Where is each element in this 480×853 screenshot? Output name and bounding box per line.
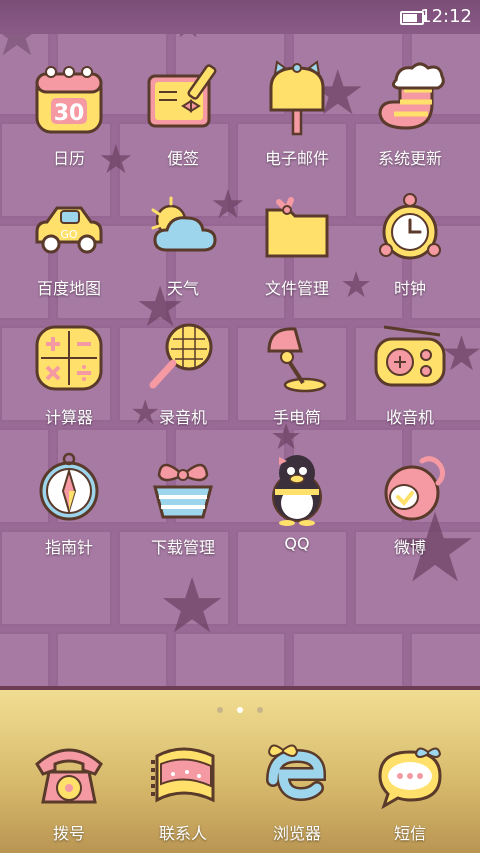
app-contacts[interactable]: 联系人 — [126, 728, 240, 848]
app-notes[interactable]: 便签 — [126, 50, 240, 170]
app-label: 联系人 — [158, 824, 207, 843]
app-label: 短信 — [393, 824, 426, 843]
app-label: 浏览器 — [272, 824, 321, 843]
mailbox-icon — [257, 58, 337, 138]
app-label: 微博 — [393, 538, 426, 557]
weibo-icon — [370, 447, 450, 527]
radio-icon — [370, 317, 450, 397]
app-dialer[interactable]: 拨号 — [12, 728, 126, 848]
app-label: 指南针 — [44, 538, 93, 557]
car-icon: GO — [29, 188, 109, 268]
app-label: QQ — [284, 534, 310, 553]
app-baidu-map[interactable]: GO 百度地图 — [12, 180, 126, 300]
app-label: 手电筒 — [272, 408, 321, 427]
page-dot[interactable] — [217, 707, 223, 713]
app-label: 拨号 — [52, 824, 85, 843]
compass-icon — [29, 447, 109, 527]
app-recorder[interactable]: 录音机 — [126, 309, 240, 429]
status-bar: 12:12 — [0, 0, 480, 34]
app-email[interactable]: 电子邮件 — [240, 50, 354, 170]
page-dot[interactable] — [237, 707, 243, 713]
page-dot[interactable] — [257, 707, 263, 713]
chat-bubble-icon — [370, 736, 450, 816]
app-label: 百度地图 — [36, 279, 101, 298]
app-calendar[interactable]: 30 日历 — [12, 50, 126, 170]
app-flashlight[interactable]: 手电筒 — [240, 309, 354, 429]
page-indicator — [0, 698, 480, 717]
app-clock[interactable]: 时钟 — [353, 180, 467, 300]
app-label: 时钟 — [393, 279, 426, 298]
app-calculator[interactable]: 计算器 — [12, 309, 126, 429]
app-label: 文件管理 — [264, 279, 329, 298]
app-browser[interactable]: 浏览器 — [240, 728, 354, 848]
telephone-icon — [29, 736, 109, 816]
app-label: 天气 — [166, 279, 199, 298]
app-label: 系统更新 — [377, 149, 442, 168]
lamp-icon — [257, 317, 337, 397]
app-compass[interactable]: 指南针 — [12, 439, 126, 559]
contacts-book-icon — [143, 736, 223, 816]
app-label: 下载管理 — [150, 538, 215, 557]
app-file-manager[interactable]: 文件管理 — [240, 180, 354, 300]
browser-e-icon — [257, 736, 337, 816]
app-system-update[interactable]: 系统更新 — [353, 50, 467, 170]
microphone-icon — [143, 317, 223, 397]
notepad-icon — [143, 58, 223, 138]
weather-icon — [143, 188, 223, 268]
download-box-icon — [143, 447, 223, 527]
app-label: 计算器 — [44, 408, 93, 427]
app-weibo[interactable]: 微博 — [353, 439, 467, 559]
app-label: 便签 — [166, 149, 199, 168]
svg-text:GO: GO — [60, 228, 78, 241]
app-download-manager[interactable]: 下载管理 — [126, 439, 240, 559]
app-qq[interactable]: QQ — [240, 439, 354, 559]
sock-icon — [370, 58, 450, 138]
calendar-icon: 30 — [29, 58, 109, 138]
app-label: 收音机 — [385, 408, 434, 427]
alarm-clock-icon — [370, 188, 450, 268]
app-label: 电子邮件 — [264, 149, 329, 168]
svg-text:30: 30 — [54, 101, 85, 126]
calculator-icon — [29, 317, 109, 397]
star-decoration: ★ — [158, 561, 227, 650]
penguin-icon — [257, 447, 337, 527]
app-weather[interactable]: 天气 — [126, 180, 240, 300]
folder-icon — [257, 188, 337, 268]
app-messages[interactable]: 短信 — [353, 728, 467, 848]
app-label: 日历 — [52, 149, 85, 168]
app-radio[interactable]: 收音机 — [353, 309, 467, 429]
app-label: 录音机 — [158, 408, 207, 427]
status-time: 12:12 — [420, 6, 472, 27]
